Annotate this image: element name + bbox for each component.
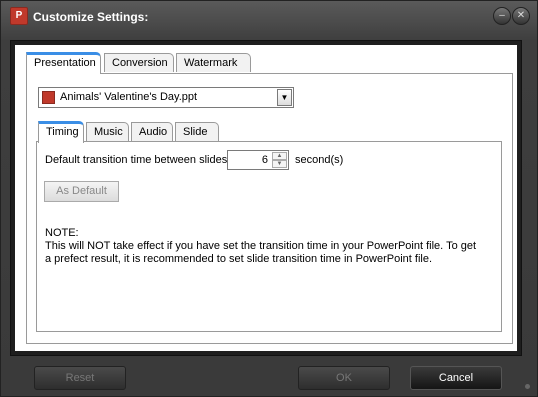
powerpoint-app-icon: P — [10, 7, 28, 25]
tab-music[interactable]: Music — [86, 122, 129, 141]
tab-slide[interactable]: Slide — [175, 122, 219, 141]
title-bar: P Customize Settings: – ✕ — [1, 1, 537, 33]
note-body: This will NOT take effect if you have se… — [45, 240, 477, 265]
transition-time-stepper[interactable]: 6 ▲ ▼ — [227, 150, 289, 170]
seconds-unit-label: second(s) — [295, 154, 344, 166]
tab-watermark[interactable]: Watermark — [176, 53, 251, 72]
ok-button[interactable]: OK — [298, 366, 390, 390]
file-select-value: Animals' Valentine's Day.ppt — [60, 91, 198, 103]
tab-timing[interactable]: Timing — [38, 121, 84, 143]
stepper-up-icon[interactable]: ▲ — [272, 152, 287, 160]
reset-button[interactable]: Reset — [34, 366, 126, 390]
stepper-buttons: ▲ ▼ — [272, 152, 287, 168]
note-heading: NOTE: — [45, 227, 79, 239]
customize-settings-window: P Customize Settings: – ✕ Presentation C… — [0, 0, 538, 397]
ppt-file-icon — [42, 91, 55, 104]
close-icon[interactable]: ✕ — [512, 7, 530, 25]
file-select[interactable]: Animals' Valentine's Day.ppt ▼ — [38, 87, 294, 108]
note-block: NOTE: This will NOT take effect if you h… — [45, 227, 485, 266]
transition-time-value: 6 — [261, 154, 268, 166]
tab-presentation[interactable]: Presentation — [26, 52, 101, 74]
stepper-down-icon[interactable]: ▼ — [272, 160, 287, 168]
window-title: Customize Settings: — [33, 10, 149, 24]
transition-time-label: Default transition time between slides: — [45, 154, 231, 166]
tab-conversion[interactable]: Conversion — [104, 53, 174, 72]
cancel-button[interactable]: Cancel — [410, 366, 502, 390]
minimize-icon[interactable]: – — [493, 7, 511, 25]
tab-audio[interactable]: Audio — [131, 122, 173, 141]
dropdown-arrow-icon[interactable]: ▼ — [277, 89, 292, 106]
resize-grip-icon[interactable] — [525, 384, 530, 389]
as-default-button[interactable]: As Default — [44, 181, 119, 202]
